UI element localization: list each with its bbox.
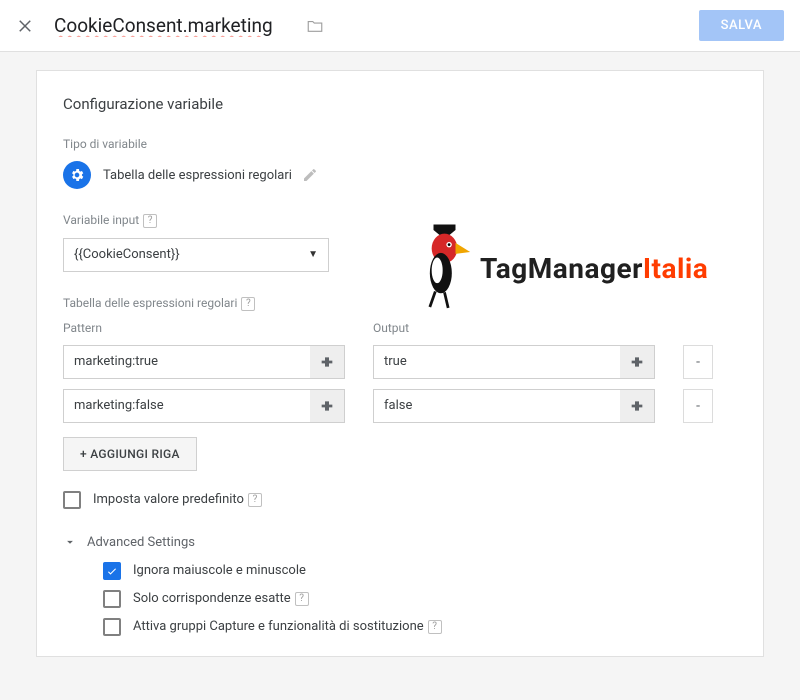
remove-row-button[interactable]: - bbox=[683, 345, 713, 379]
remove-row-button[interactable]: - bbox=[683, 389, 713, 423]
save-button[interactable]: SALVA bbox=[699, 10, 784, 41]
vartype-section-label: Tipo di variabile bbox=[63, 137, 737, 151]
variable-picker-icon[interactable] bbox=[310, 346, 344, 378]
default-value-checkbox[interactable] bbox=[63, 491, 81, 509]
dropdown-caret-icon: ▼ bbox=[308, 249, 318, 260]
default-value-label: Imposta valore predefinito bbox=[93, 492, 244, 507]
gear-icon bbox=[63, 161, 91, 189]
help-icon[interactable]: ? bbox=[428, 620, 442, 634]
output-input[interactable] bbox=[373, 389, 655, 423]
panel-title: Configurazione variabile bbox=[63, 95, 737, 113]
edit-vartype-icon[interactable] bbox=[302, 167, 318, 183]
input-variable-select[interactable]: {{CookieConsent}} ▼ bbox=[63, 238, 329, 272]
variable-picker-icon[interactable] bbox=[620, 346, 654, 378]
variable-picker-icon[interactable] bbox=[310, 390, 344, 422]
exact-match-label: Solo corrispondenze esatte bbox=[133, 591, 291, 606]
col-pattern-header: Pattern bbox=[63, 321, 373, 335]
ignore-case-checkbox[interactable] bbox=[103, 562, 121, 580]
variable-name-input[interactable] bbox=[54, 14, 294, 37]
table-row: - bbox=[63, 345, 737, 379]
config-panel: Configurazione variabile Tipo di variabi… bbox=[36, 70, 764, 657]
table-label: Tabella delle espressioni regolari? bbox=[63, 296, 737, 311]
ignore-case-label: Ignora maiuscole e minuscole bbox=[133, 563, 306, 578]
pattern-input[interactable] bbox=[63, 345, 345, 379]
pattern-input[interactable] bbox=[63, 389, 345, 423]
vartype-value: Tabella delle espressioni regolari bbox=[103, 168, 292, 183]
help-icon[interactable]: ? bbox=[295, 592, 309, 606]
input-var-label: Variabile input? bbox=[63, 213, 737, 228]
output-input[interactable] bbox=[373, 345, 655, 379]
table-row: - bbox=[63, 389, 737, 423]
add-row-button[interactable]: + AGGIUNGI RIGA bbox=[63, 437, 197, 471]
close-icon[interactable] bbox=[16, 17, 34, 35]
help-icon[interactable]: ? bbox=[143, 214, 157, 228]
capture-groups-label: Attiva gruppi Capture e funzionalità di … bbox=[133, 619, 424, 634]
advanced-settings-toggle[interactable]: Advanced Settings bbox=[63, 535, 737, 550]
folder-icon[interactable] bbox=[306, 17, 324, 35]
variable-picker-icon[interactable] bbox=[620, 390, 654, 422]
chevron-down-icon bbox=[63, 535, 77, 549]
help-icon[interactable]: ? bbox=[241, 297, 255, 311]
exact-match-checkbox[interactable] bbox=[103, 590, 121, 608]
col-output-header: Output bbox=[373, 321, 409, 335]
capture-groups-checkbox[interactable] bbox=[103, 618, 121, 636]
help-icon[interactable]: ? bbox=[248, 493, 262, 507]
